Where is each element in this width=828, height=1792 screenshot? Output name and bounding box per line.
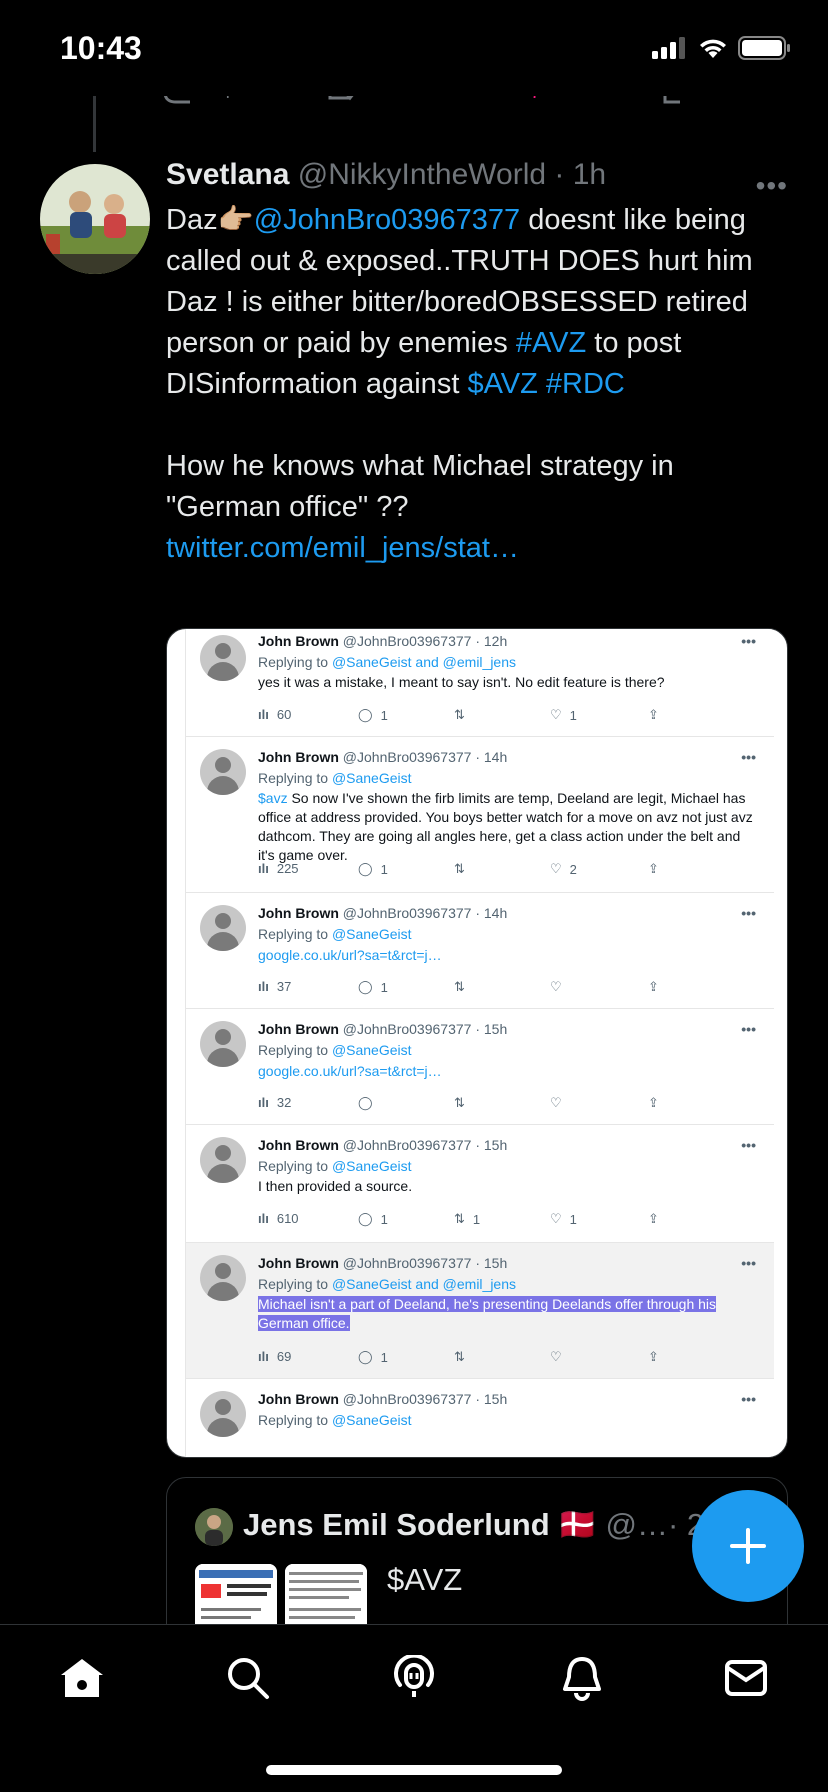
quote-avatar <box>195 1508 233 1546</box>
tab-notifications[interactable] <box>557 1653 607 1703</box>
signal-icon <box>652 37 685 59</box>
screenshot-more-icon: ••• <box>741 749 756 765</box>
screenshot-actions: ılı 32 ◯ ⇅ ♡ ⇪ <box>258 1095 659 1110</box>
avatar[interactable] <box>40 164 150 274</box>
screenshot-tweet: John Brown @JohnBro03967377 · 14h Replyi… <box>186 893 774 1009</box>
selected-text: Michael isn't a part of Deeland, he's pr… <box>258 1296 717 1331</box>
screenshot-tweet: John Brown @JohnBro03967377 · 14h Replyi… <box>186 737 774 893</box>
tweet-time[interactable]: 1h <box>573 158 606 191</box>
bottom-tab-bar <box>0 1624 828 1792</box>
tweet-text: Daz👉🏼@JohnBro03967377 doesnt like being … <box>166 204 753 564</box>
screenshot-actions: ılı 37 ◯ 1 ⇅ ♡ ⇪ <box>258 979 659 995</box>
status-icons <box>652 36 792 60</box>
screenshot-actions: ılı 60 ◯ 1 ⇅ ♡ 1 ⇪ <box>258 707 659 723</box>
screenshot-avatar-icon <box>200 905 246 951</box>
hashtag-avz[interactable]: #AVZ <box>516 327 586 359</box>
flag-emoji: 🇩🇰 <box>558 1507 597 1542</box>
screenshot-avatar-icon <box>200 1137 246 1183</box>
quote-handle: @… <box>605 1507 668 1542</box>
mention-link[interactable]: @JohnBro03967377 <box>254 204 520 236</box>
screenshot-actions: ılı 225 ◯ 1 ⇅ ♡ 2 ⇪ <box>258 861 659 877</box>
tab-spaces[interactable] <box>389 1653 439 1703</box>
user-handle[interactable]: @NikkyIntheWorld <box>298 158 546 191</box>
screenshot-actions: ılı 610 ◯ 1 ⇅ 1 ♡ 1 ⇪ <box>258 1211 659 1227</box>
cashtag-avz[interactable]: $AVZ <box>467 368 537 400</box>
screenshot-avatar-icon <box>200 635 246 681</box>
bell-icon <box>563 1657 601 1701</box>
screenshot-more-icon: ••• <box>741 905 756 921</box>
home-icon <box>61 1659 103 1697</box>
battery-icon <box>738 36 790 60</box>
tab-home[interactable] <box>57 1653 107 1703</box>
screenshot-tweet: John Brown @JohnBro03967377 · 15h Replyi… <box>186 1379 774 1457</box>
tweet-header: Svetlana @NikkyIntheWorld · 1h <box>166 158 606 192</box>
tab-messages[interactable] <box>721 1653 771 1703</box>
screenshot-more-icon: ••• <box>741 1391 756 1407</box>
screenshot-actions: ılı 69 ◯ 1 ⇅ ♡ ⇪ <box>258 1349 659 1365</box>
separator: · <box>546 158 573 191</box>
screenshot-more-icon: ••• <box>741 1021 756 1037</box>
screenshot-avatar-icon <box>200 1391 246 1437</box>
screenshot-avatar-icon <box>200 1255 246 1301</box>
screenshot-tweet-highlighted: John Brown @JohnBro03967377 · 15h Replyi… <box>186 1243 774 1379</box>
status-bar: 10:43 <box>0 0 828 96</box>
screenshot-avatar-icon <box>200 1021 246 1067</box>
wifi-icon <box>700 39 726 58</box>
spaces-icon <box>394 1655 434 1697</box>
screenshot-tweet: John Brown @JohnBro03967377 · 12h Replyi… <box>186 629 774 737</box>
tab-search[interactable] <box>223 1653 273 1703</box>
hashtag-rdc[interactable]: #RDC <box>546 368 625 400</box>
quote-header: Jens Emil Soderlund 🇩🇰 @…· 2 <box>243 1506 704 1543</box>
screenshot-content: John Brown @JohnBro03967377 · 12h Replyi… <box>185 629 774 1457</box>
quote-display-name: Jens Emil Soderlund <box>243 1507 550 1542</box>
status-time: 10:43 <box>60 30 142 66</box>
thread-line <box>93 96 96 152</box>
home-indicator[interactable] <box>266 1765 562 1775</box>
more-options-icon[interactable]: ••• <box>756 170 788 202</box>
screenshot-tweet: John Brown @JohnBro03967377 · 15h Replyi… <box>186 1009 774 1125</box>
quote-text: $AVZ <box>387 1562 463 1597</box>
search-icon <box>228 1658 269 1699</box>
screenshot-more-icon: ••• <box>741 1255 756 1271</box>
pointing-emoji: 👉🏼 <box>217 204 254 236</box>
screenshot-more-icon: ••• <box>741 1137 756 1153</box>
screenshot-tweet: John Brown @JohnBro03967377 · 15h Replyi… <box>186 1125 774 1243</box>
plus-icon <box>730 1528 766 1564</box>
attached-image[interactable]: John Brown @JohnBro03967377 · 12h Replyi… <box>166 628 788 1458</box>
screenshot-more-icon: ••• <box>741 633 756 649</box>
mail-icon <box>725 1660 767 1696</box>
compose-button[interactable] <box>692 1490 804 1602</box>
screenshot-avatar-icon <box>200 749 246 795</box>
tweet-url-link[interactable]: twitter.com/emil_jens/stat… <box>166 532 519 564</box>
display-name[interactable]: Svetlana <box>166 158 289 191</box>
